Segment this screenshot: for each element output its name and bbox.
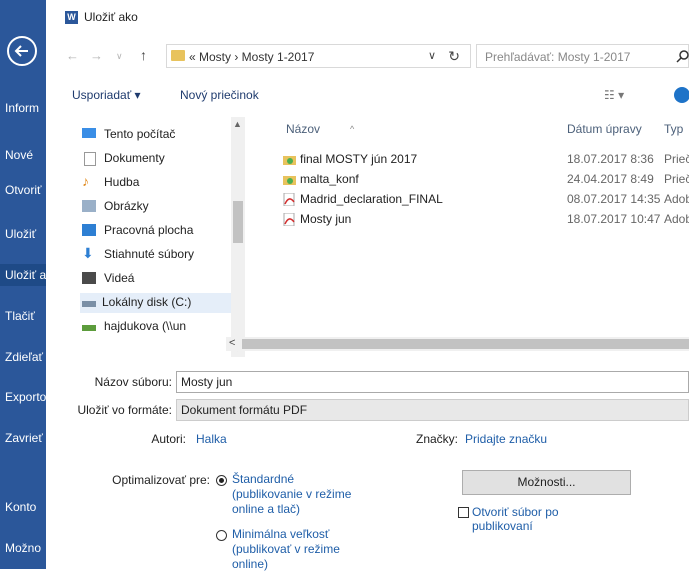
backstage-item-new[interactable]: Nové bbox=[5, 148, 33, 162]
file-row[interactable]: final MOSTY jún 2017 18.07.2017 8:36 Pri… bbox=[256, 150, 689, 170]
view-options-icon[interactable]: ☷ ▾ bbox=[604, 88, 624, 102]
computer-icon bbox=[82, 128, 96, 138]
back-button[interactable] bbox=[7, 36, 37, 66]
dialog-titlebar: W Uložiť ako bbox=[46, 0, 689, 34]
search-placeholder: Prehľadávať: Mosty 1-2017 bbox=[485, 50, 631, 64]
scrollbar-thumb[interactable] bbox=[233, 201, 243, 243]
pdf-icon bbox=[283, 212, 296, 227]
nav-item-pictures[interactable]: Obrázky bbox=[82, 197, 232, 217]
recent-locations-chevron-icon[interactable]: ∨ bbox=[116, 51, 123, 62]
filename-input[interactable]: Mosty jun bbox=[176, 371, 689, 393]
scroll-up-icon[interactable]: ▲ bbox=[233, 119, 242, 129]
navigation-pane: Tento počítač Dokumenty ♪ Hudba Obrázky … bbox=[72, 117, 256, 357]
backstage-item-share[interactable]: Zdieľať bbox=[5, 350, 43, 364]
open-after-publish-checkbox[interactable] bbox=[458, 507, 469, 518]
backstage-item-print[interactable]: Tlačiť bbox=[5, 309, 35, 323]
nav-item-local-disk[interactable]: Lokálny disk (C:) bbox=[80, 293, 232, 313]
nav-item-documents[interactable]: Dokumenty bbox=[82, 149, 232, 169]
address-row: ← → ∨ ↑ « Mosty › Mosty 1-2017 ∨ ↻ Prehľ… bbox=[46, 40, 689, 72]
folder-icon bbox=[283, 173, 296, 186]
optimize-standard-radio[interactable] bbox=[216, 475, 227, 486]
file-list: Názov ^ Dátum úpravy Typ final MOSTY jún… bbox=[256, 110, 689, 357]
drive-icon bbox=[82, 301, 96, 307]
file-row[interactable]: Mosty jun 18.07.2017 10:47 Adobe bbox=[256, 210, 689, 230]
address-bar[interactable]: « Mosty › Mosty 1-2017 ∨ ↻ bbox=[166, 44, 471, 68]
filename-value: Mosty jun bbox=[181, 375, 233, 389]
organize-button[interactable]: Usporiadať ▾ bbox=[72, 88, 141, 102]
music-icon: ♪ bbox=[82, 173, 89, 189]
documents-icon bbox=[84, 152, 96, 166]
backstage-item-info[interactable]: Inform bbox=[5, 101, 39, 115]
downloads-icon: ⬇ bbox=[82, 245, 94, 261]
dialog-title: Uložiť ako bbox=[84, 10, 138, 24]
optimize-minimal-description: (publikovať v režime online) bbox=[232, 542, 340, 571]
column-header-date[interactable]: Dátum úpravy bbox=[567, 122, 642, 136]
nav-item-music[interactable]: ♪ Hudba bbox=[82, 173, 232, 193]
column-header-name[interactable]: Názov ^ bbox=[286, 122, 354, 136]
open-after-publish-label[interactable]: Otvoriť súbor po publikovaní bbox=[472, 505, 582, 533]
backstage-item-account[interactable]: Konto bbox=[5, 500, 36, 514]
videos-icon bbox=[82, 272, 96, 284]
back-arrow-icon bbox=[14, 45, 28, 57]
backstage-sidebar: Inform Nové Otvoriť Uložiť Uložiť a Tlač… bbox=[0, 0, 46, 569]
options-button[interactable]: Možnosti... bbox=[462, 470, 631, 495]
folder-icon bbox=[283, 153, 296, 166]
refresh-icon[interactable]: ↻ bbox=[448, 48, 460, 65]
breadcrumb[interactable]: « Mosty › Mosty 1-2017 bbox=[189, 50, 314, 64]
folder-icon bbox=[171, 50, 185, 61]
backstage-item-options[interactable]: Možno bbox=[5, 541, 41, 555]
pdf-icon bbox=[283, 192, 296, 207]
nav-pane-scrollbar[interactable]: ▲ ▼ bbox=[231, 117, 245, 357]
save-as-type-select[interactable]: Dokument formátu PDF bbox=[176, 399, 689, 421]
optimize-minimal-label[interactable]: Minimálna veľkosť bbox=[232, 527, 329, 542]
dialog-toolbar: Usporiadať ▾ Nový priečinok ☷ ▾ bbox=[46, 80, 689, 110]
backstage-item-open[interactable]: Otvoriť bbox=[5, 183, 42, 197]
backstage-item-close[interactable]: Zavrieť bbox=[5, 431, 43, 445]
forward-arrow-icon[interactable]: → bbox=[90, 48, 103, 63]
word-app-icon: W bbox=[65, 11, 78, 24]
filename-label: Názov súboru: bbox=[94, 375, 172, 389]
optimize-minimal-radio[interactable] bbox=[216, 530, 227, 541]
save-as-type-value: Dokument formátu PDF bbox=[181, 403, 308, 417]
network-drive-icon bbox=[82, 325, 96, 331]
nav-item-this-pc[interactable]: Tento počítač bbox=[82, 125, 232, 145]
scroll-left-icon[interactable]: < bbox=[229, 337, 235, 349]
file-row[interactable]: Madrid_declaration_FINAL 08.07.2017 14:3… bbox=[256, 190, 689, 210]
nav-item-desktop[interactable]: Pracovná plocha bbox=[82, 221, 232, 241]
file-row[interactable]: malta_konf 24.04.2017 8:49 Priečinok bbox=[256, 170, 689, 190]
new-folder-button[interactable]: Nový priečinok bbox=[180, 88, 259, 102]
authors-field[interactable]: Halka bbox=[196, 432, 227, 446]
search-input[interactable]: Prehľadávať: Mosty 1-2017 bbox=[476, 44, 689, 68]
backstage-item-save[interactable]: Uložiť bbox=[5, 227, 36, 241]
scrollbar-thumb[interactable] bbox=[242, 339, 689, 349]
nav-item-network-drive[interactable]: hajdukova (\\un bbox=[82, 317, 232, 337]
save-as-type-label: Uložiť vo formáte: bbox=[77, 403, 172, 417]
backstage-item-export[interactable]: Exporto bbox=[5, 390, 46, 404]
nav-item-downloads[interactable]: ⬇ Stiahnuté súbory bbox=[82, 245, 232, 265]
optimize-label: Optimalizovať pre: bbox=[112, 473, 210, 487]
tags-label: Značky: bbox=[415, 432, 458, 446]
desktop-icon bbox=[82, 224, 96, 236]
back-arrow-icon[interactable]: ← bbox=[66, 48, 79, 63]
search-icon[interactable] bbox=[676, 49, 689, 66]
optimize-standard-description: (publikovanie v režime online a tlač) bbox=[232, 487, 352, 516]
up-arrow-icon[interactable]: ↑ bbox=[140, 47, 147, 63]
sort-ascending-icon: ^ bbox=[350, 124, 355, 134]
nav-item-videos[interactable]: Videá bbox=[82, 269, 232, 289]
save-as-dialog: W Uložiť ako ← → ∨ ↑ « Mosty › Mosty 1-2… bbox=[46, 0, 689, 571]
help-icon[interactable] bbox=[674, 87, 689, 103]
backstage-item-save-as[interactable]: Uložiť a bbox=[0, 264, 46, 286]
optimize-standard-label[interactable]: Štandardné bbox=[232, 472, 294, 487]
column-header-type[interactable]: Typ bbox=[664, 122, 683, 136]
pictures-icon bbox=[82, 200, 96, 212]
tags-field[interactable]: Pridajte značku bbox=[465, 432, 547, 446]
file-list-horizontal-scrollbar[interactable]: < bbox=[226, 337, 689, 351]
authors-label: Autori: bbox=[151, 432, 186, 446]
address-dropdown-icon[interactable]: ∨ bbox=[428, 49, 436, 62]
